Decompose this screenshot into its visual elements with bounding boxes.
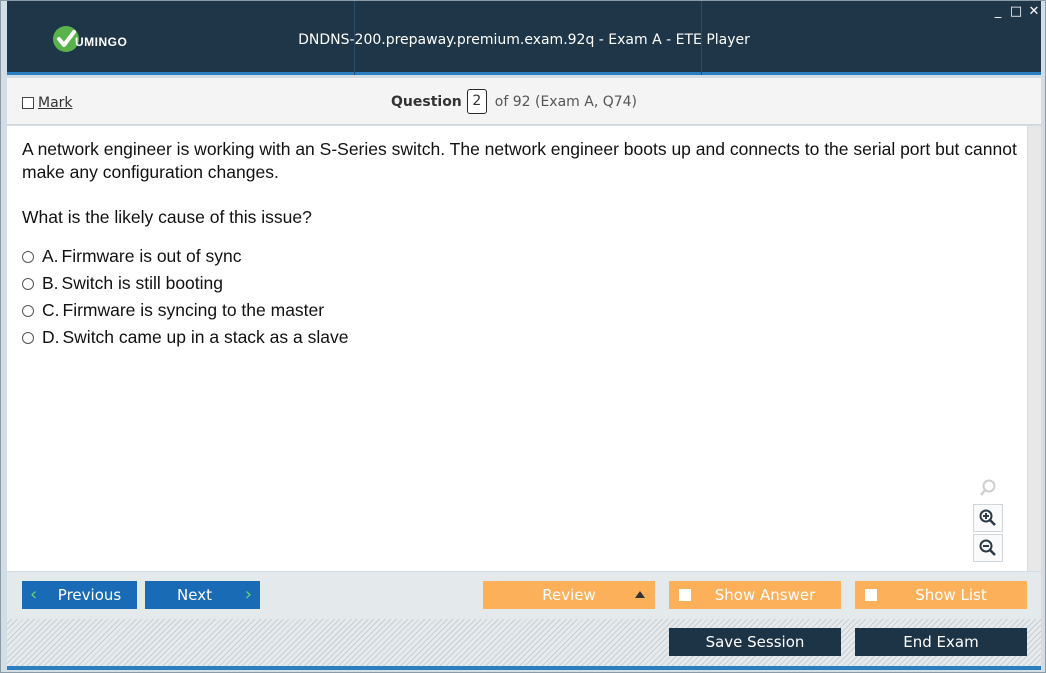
navigation-bar: ‹ Previous Next › Review Show Answer Sho… (7, 572, 1041, 619)
question-total: of 92 (Exam A, Q74) (494, 93, 638, 110)
answer-options: A. Firmware is out of sync B. Switch is … (22, 243, 348, 351)
mark-label: Mark (38, 95, 73, 111)
option-letter: D. (42, 327, 60, 347)
show-list-checkbox[interactable] (865, 589, 877, 601)
question-bar: Mark Question 2 of 92 (Exam A, Q74) (7, 78, 1041, 125)
answer-option-b[interactable]: B. Switch is still booting (22, 270, 348, 297)
question-panel: A network engineer is working with an S-… (7, 126, 1027, 571)
end-exam-label: End Exam (903, 633, 979, 651)
show-answer-label: Show Answer (714, 586, 816, 604)
caret-up-icon[interactable] (635, 591, 645, 598)
show-list-label: Show List (915, 586, 987, 604)
review-button[interactable]: Review (483, 581, 655, 609)
save-session-button[interactable]: Save Session (669, 628, 841, 656)
chevron-left-icon: ‹ (30, 584, 38, 605)
question-indicator: Question 2 of 92 (Exam A, Q74) (391, 89, 637, 114)
maximize-icon[interactable]: □ (1009, 5, 1023, 19)
title-bar: UMINGO DNDNS-200.prepaway.premium.exam.9… (7, 1, 1041, 75)
end-exam-button[interactable]: End Exam (855, 628, 1027, 656)
save-session-label: Save Session (705, 633, 805, 651)
option-text: Switch came up in a stack as a slave (62, 327, 349, 347)
option-letter: C. (42, 300, 60, 320)
zoom-controls (973, 474, 1003, 564)
question-label: Question (391, 93, 462, 110)
show-answer-checkbox[interactable] (679, 589, 691, 601)
previous-label: Previous (57, 586, 122, 604)
next-label: Next (177, 586, 212, 604)
mark-checkbox[interactable]: Mark (22, 95, 73, 111)
next-button[interactable]: Next › (145, 581, 260, 609)
answer-option-d[interactable]: D. Switch came up in a stack as a slave (22, 324, 348, 351)
chevron-right-icon: › (244, 584, 252, 605)
question-number-input[interactable]: 2 (466, 89, 487, 114)
question-prompt: What is the likely cause of this issue? (22, 207, 312, 227)
question-text: A network engineer is working with an S-… (22, 139, 1017, 182)
radio-button[interactable] (22, 304, 34, 317)
answer-option-c[interactable]: C. Firmware is syncing to the master (22, 297, 348, 324)
zoom-in-icon[interactable] (973, 504, 1003, 532)
option-text: Switch is still booting (61, 273, 224, 293)
show-answer-button[interactable]: Show Answer (669, 581, 841, 609)
scrollbar-track[interactable] (1027, 126, 1041, 571)
window-controls: _ □ ✕ (991, 5, 1041, 19)
bottom-accent-line (7, 666, 1041, 670)
window-title: DNDNS-200.prepaway.premium.exam.92q - Ex… (298, 32, 750, 48)
close-icon[interactable]: ✕ (1027, 5, 1041, 19)
answer-option-a[interactable]: A. Firmware is out of sync (22, 243, 348, 270)
minimize-icon[interactable]: _ (991, 5, 1005, 19)
previous-button[interactable]: ‹ Previous (22, 581, 137, 609)
review-label: Review (542, 586, 596, 604)
option-letter: A. (42, 246, 59, 266)
app-window: UMINGO DNDNS-200.prepaway.premium.exam.9… (0, 0, 1046, 673)
show-list-button[interactable]: Show List (855, 581, 1027, 609)
radio-button[interactable] (22, 331, 34, 344)
radio-button[interactable] (22, 277, 34, 290)
radio-button[interactable] (22, 250, 34, 263)
option-letter: B. (42, 273, 59, 293)
zoom-reset-icon[interactable] (973, 474, 1003, 502)
option-text: Firmware is out of sync (61, 246, 242, 266)
mark-checkbox-box[interactable] (22, 97, 34, 109)
footer-bar: Save Session End Exam (7, 619, 1041, 666)
zoom-out-icon[interactable] (973, 534, 1003, 562)
option-text: Firmware is syncing to the master (62, 300, 325, 320)
